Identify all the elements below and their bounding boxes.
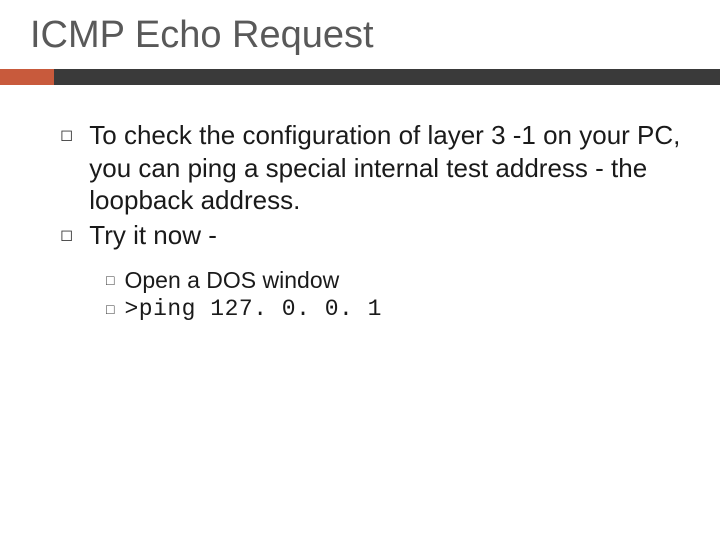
slide-title: ICMP Echo Request bbox=[0, 0, 720, 69]
accent-block-dark bbox=[54, 69, 720, 85]
sub-text-command: >ping 127. 0. 0. 1 bbox=[124, 296, 381, 322]
sub-item: □ >ping 127. 0. 0. 1 bbox=[106, 296, 690, 322]
sub-item: □ Open a DOS window bbox=[106, 267, 690, 294]
bullet-text: To check the configuration of layer 3 -1… bbox=[89, 119, 690, 217]
bullet-icon: ◻ bbox=[60, 125, 73, 217]
bullet-item: ◻ To check the configuration of layer 3 … bbox=[60, 119, 690, 217]
bullet-text: Try it now - bbox=[89, 219, 217, 252]
sub-bullet-icon: □ bbox=[106, 301, 114, 322]
sub-text: Open a DOS window bbox=[124, 267, 339, 294]
sub-bullet-icon: □ bbox=[106, 272, 114, 294]
bullet-icon: ◻ bbox=[60, 225, 73, 252]
bullet-item: ◻ Try it now - bbox=[60, 219, 690, 252]
accent-block-orange bbox=[0, 69, 54, 85]
slide-body: ◻ To check the configuration of layer 3 … bbox=[0, 85, 720, 322]
title-underline bbox=[0, 69, 720, 85]
sub-list: □ Open a DOS window □ >ping 127. 0. 0. 1 bbox=[60, 253, 690, 322]
